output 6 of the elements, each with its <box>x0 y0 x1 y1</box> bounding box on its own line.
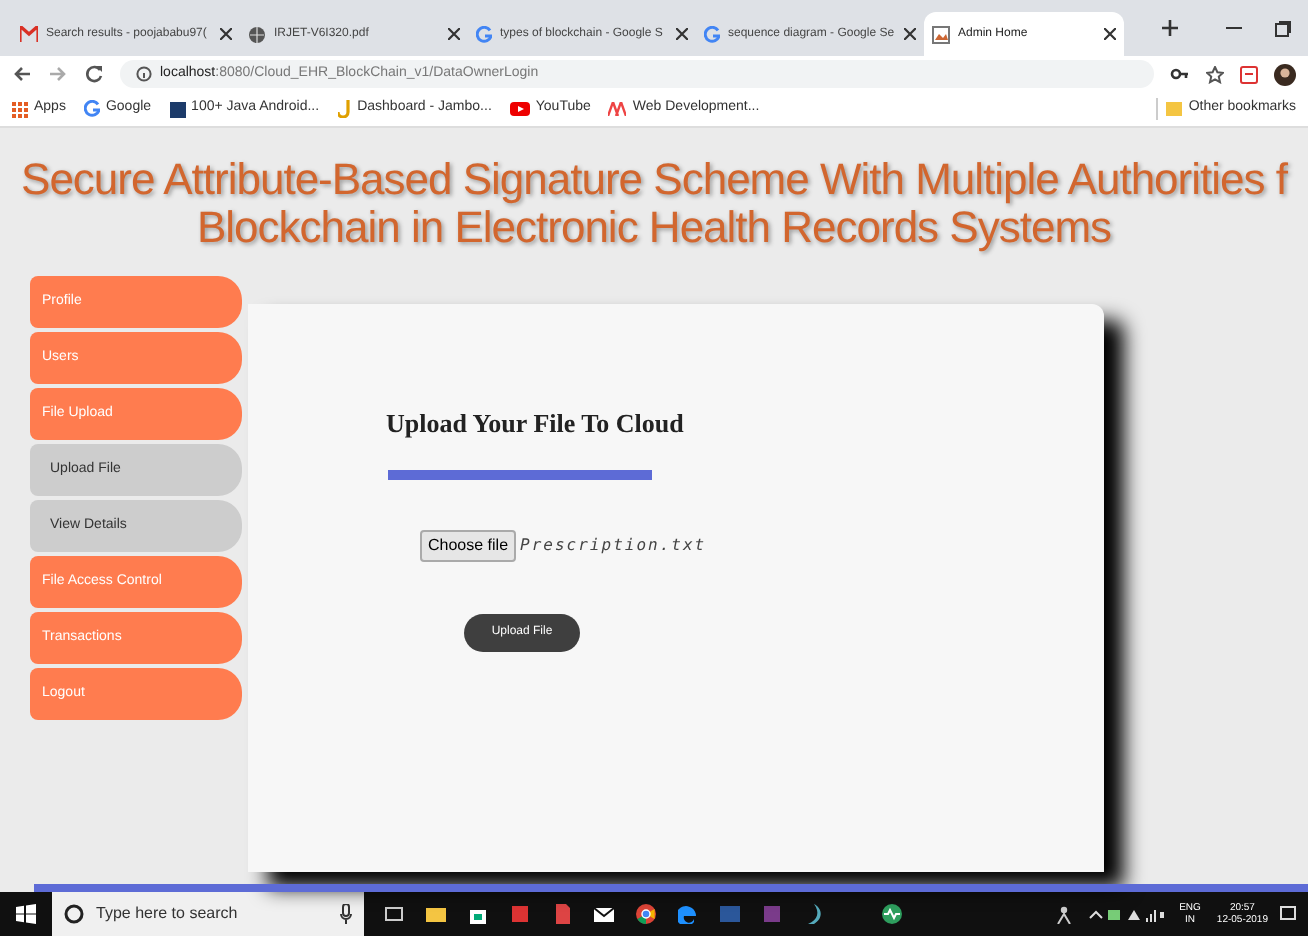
taskbar-search-field[interactable]: Type here to search <box>52 892 364 936</box>
page-title: Blockchain in Electronic Health Records Systems <box>196 204 1112 252</box>
page-title: Secure Attribute-Based Signature Scheme With Multiple Authorities f <box>21 156 1287 204</box>
section-heading: Upload Your File To Cloud <box>386 406 686 442</box>
file-name: Prescription.txt <box>520 533 707 557</box>
choose-file-button[interactable]: Choose file <box>420 529 517 561</box>
